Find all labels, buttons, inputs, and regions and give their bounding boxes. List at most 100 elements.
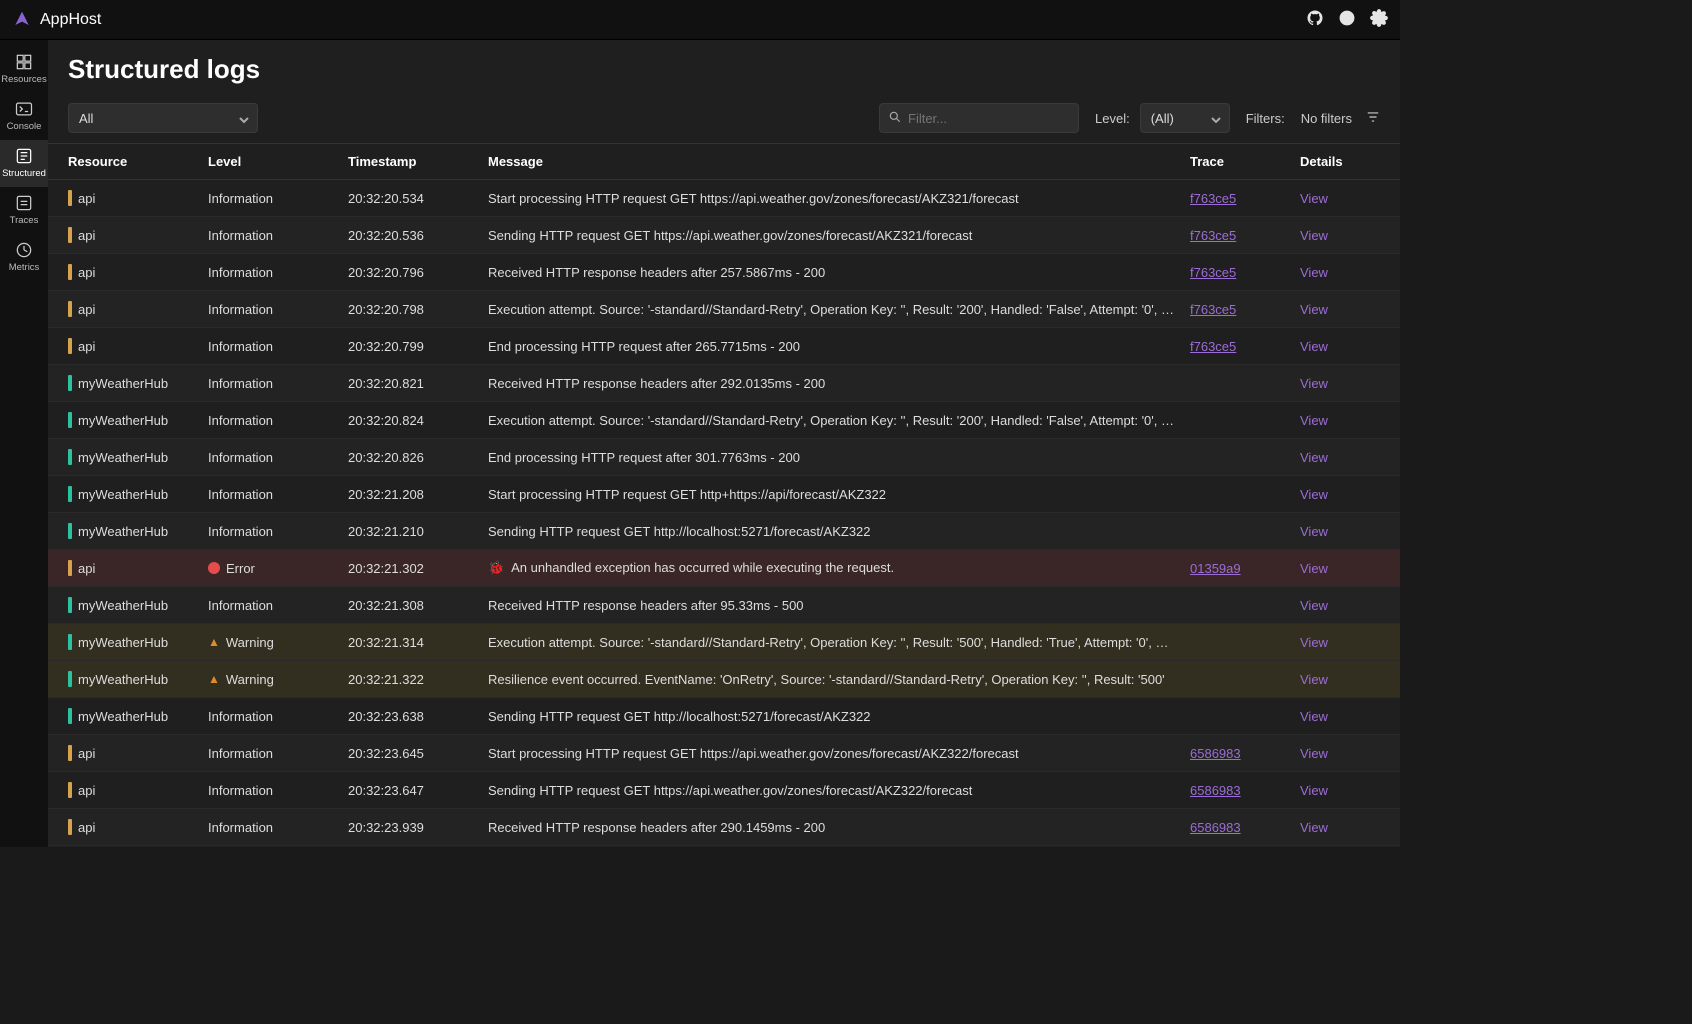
view-details-link[interactable]: View bbox=[1300, 709, 1328, 724]
message: Start processing HTTP request GET https:… bbox=[488, 746, 1190, 761]
app-logo-icon bbox=[12, 10, 32, 30]
sidebar-item-structured[interactable]: Structured bbox=[0, 140, 48, 187]
col-trace: Trace bbox=[1190, 154, 1300, 169]
level-text: Warning bbox=[226, 672, 274, 687]
level-text: Information bbox=[208, 598, 273, 613]
message: Start processing HTTP request GET https:… bbox=[488, 191, 1190, 206]
level-text: Information bbox=[208, 265, 273, 280]
trace-cell: 01359a9 bbox=[1190, 561, 1300, 576]
trace-link[interactable]: 6586983 bbox=[1190, 783, 1241, 798]
sidebar-item-metrics[interactable]: Metrics bbox=[0, 234, 48, 281]
level-text: Error bbox=[226, 561, 255, 576]
sidebar-item-console[interactable]: Console bbox=[0, 93, 48, 140]
resource-color-bar bbox=[68, 523, 72, 539]
filter-icon[interactable] bbox=[1366, 110, 1380, 127]
trace-cell: f763ce5 bbox=[1190, 302, 1300, 317]
table-row: api Information 20:32:20.534Start processi… bbox=[48, 180, 1400, 217]
message: Resilience event occurred. EventName: 'O… bbox=[488, 672, 1190, 687]
view-details-link[interactable]: View bbox=[1300, 413, 1328, 428]
view-details-link[interactable]: View bbox=[1300, 228, 1328, 243]
table-row: myWeatherHub▲Warning20:32:21.322Resilien… bbox=[48, 661, 1400, 698]
trace-link[interactable]: f763ce5 bbox=[1190, 191, 1236, 206]
trace-link[interactable]: f763ce5 bbox=[1190, 228, 1236, 243]
trace-link[interactable]: 6586983 bbox=[1190, 820, 1241, 835]
timestamp: 20:32:21.210 bbox=[348, 524, 488, 539]
github-icon[interactable] bbox=[1292, 9, 1324, 30]
sidebar-item-resources[interactable]: Resources bbox=[0, 46, 48, 93]
resource-select-value: All bbox=[79, 111, 93, 126]
view-details-link[interactable]: View bbox=[1300, 746, 1328, 761]
trace-cell: f763ce5 bbox=[1190, 191, 1300, 206]
resource-name: myWeatherHub bbox=[78, 450, 168, 465]
table-row: myWeatherHubInformation20:32:21.308Recei… bbox=[48, 587, 1400, 624]
resource-select[interactable]: All bbox=[68, 103, 258, 133]
page-title: Structured logs bbox=[48, 40, 1400, 103]
sidebar-item-label: Structured bbox=[2, 168, 46, 179]
trace-link[interactable]: f763ce5 bbox=[1190, 265, 1236, 280]
table-row: apiError20:32:21.302🐞 An unhandled excep… bbox=[48, 550, 1400, 587]
timestamp: 20:32:20.798 bbox=[348, 302, 488, 317]
view-details-link[interactable]: View bbox=[1300, 450, 1328, 465]
filter-search[interactable] bbox=[879, 103, 1079, 133]
timestamp: 20:32:23.645 bbox=[348, 746, 488, 761]
timestamp: 20:32:20.534 bbox=[348, 191, 488, 206]
level-text: Information bbox=[208, 228, 273, 243]
view-details-link[interactable]: View bbox=[1300, 820, 1328, 835]
view-details-link[interactable]: View bbox=[1300, 635, 1328, 650]
filter-input[interactable] bbox=[908, 111, 1084, 126]
view-details-link[interactable]: View bbox=[1300, 376, 1328, 391]
view-details-link[interactable]: View bbox=[1300, 302, 1328, 317]
trace-link[interactable]: 6586983 bbox=[1190, 746, 1241, 761]
timestamp: 20:32:23.638 bbox=[348, 709, 488, 724]
resource-color-bar bbox=[68, 264, 72, 280]
error-icon bbox=[208, 562, 220, 574]
table-row: api Information 20:32:20.536Sending HTTP r… bbox=[48, 217, 1400, 254]
resource-color-bar bbox=[68, 671, 72, 687]
resource-name: myWeatherHub bbox=[78, 672, 168, 687]
table-row: apiInformation20:32:20.796Received HTTP … bbox=[48, 254, 1400, 291]
resource-name: api bbox=[78, 191, 95, 206]
timestamp: 20:32:20.536 bbox=[348, 228, 488, 243]
view-details-link[interactable]: View bbox=[1300, 191, 1328, 206]
trace-link[interactable]: f763ce5 bbox=[1190, 302, 1236, 317]
view-details-link[interactable]: View bbox=[1300, 487, 1328, 502]
trace-link[interactable]: 01359a9 bbox=[1190, 561, 1241, 576]
resource-name: api bbox=[78, 820, 95, 835]
view-details-link[interactable]: View bbox=[1300, 598, 1328, 613]
table-row: apiInformation20:32:23.939Received HTTP … bbox=[48, 809, 1400, 846]
sidebar-item-label: Resources bbox=[1, 74, 46, 85]
table-row: myWeatherHubInformation20:32:21.210Sendi… bbox=[48, 513, 1400, 550]
view-details-link[interactable]: View bbox=[1300, 561, 1328, 576]
message: Sending HTTP request GET https://api.wea… bbox=[488, 228, 1190, 243]
table-row: myWeatherHub▲Warning20:32:21.314Executio… bbox=[48, 624, 1400, 661]
resource-color-bar bbox=[68, 449, 72, 465]
timestamp: 20:32:21.314 bbox=[348, 635, 488, 650]
resource-name: api bbox=[78, 339, 95, 354]
timestamp: 20:32:20.826 bbox=[348, 450, 488, 465]
message: 🐞 An unhandled exception has occurred wh… bbox=[488, 560, 1190, 576]
sidebar: Resources Console Structured Traces Metrics bbox=[0, 40, 48, 847]
resource-name: api bbox=[78, 302, 95, 317]
message: Sending HTTP request GET http://localhos… bbox=[488, 709, 1190, 724]
resource-name: myWeatherHub bbox=[78, 413, 168, 428]
resource-name: api bbox=[78, 228, 95, 243]
table-row: apiInformation20:32:23.647Sending HTTP r… bbox=[48, 772, 1400, 809]
resource-color-bar bbox=[68, 190, 72, 206]
sidebar-item-traces[interactable]: Traces bbox=[0, 187, 48, 234]
resource-color-bar bbox=[68, 375, 72, 391]
view-details-link[interactable]: View bbox=[1300, 265, 1328, 280]
view-details-link[interactable]: View bbox=[1300, 783, 1328, 798]
resource-color-bar bbox=[68, 782, 72, 798]
view-details-link[interactable]: View bbox=[1300, 339, 1328, 354]
view-details-link[interactable]: View bbox=[1300, 672, 1328, 687]
level-select[interactable]: (All) bbox=[1140, 103, 1230, 133]
level-text: Information bbox=[208, 191, 273, 206]
resource-color-bar bbox=[68, 412, 72, 428]
view-details-link[interactable]: View bbox=[1300, 524, 1328, 539]
sidebar-item-label: Metrics bbox=[9, 262, 40, 273]
trace-cell: f763ce5 bbox=[1190, 339, 1300, 354]
help-icon[interactable] bbox=[1324, 9, 1356, 30]
trace-link[interactable]: f763ce5 bbox=[1190, 339, 1236, 354]
trace-cell: 6586983 bbox=[1190, 783, 1300, 798]
settings-icon[interactable] bbox=[1356, 9, 1388, 30]
